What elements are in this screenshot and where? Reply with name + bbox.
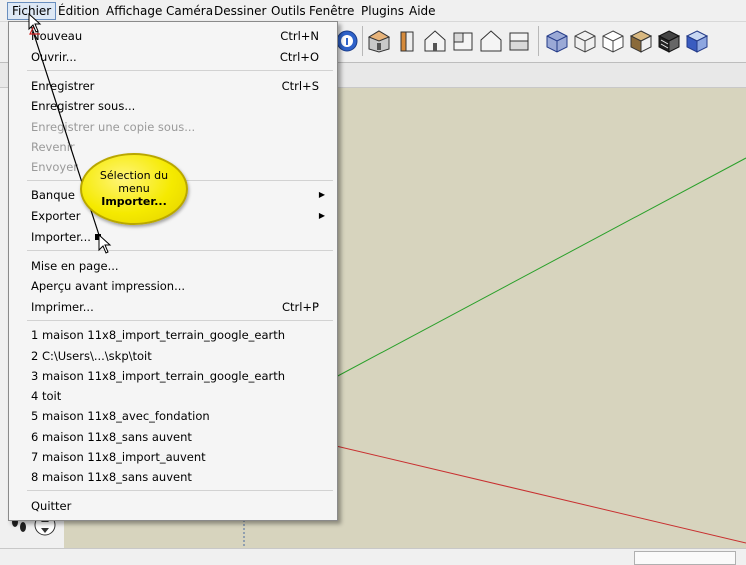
mouse-cursor-icon bbox=[98, 234, 112, 254]
annotation-callout: Sélection du menu Importer... bbox=[80, 153, 188, 225]
mouse-cursor-icon bbox=[28, 13, 42, 33]
annotation-overlay bbox=[29, 21, 100, 236]
